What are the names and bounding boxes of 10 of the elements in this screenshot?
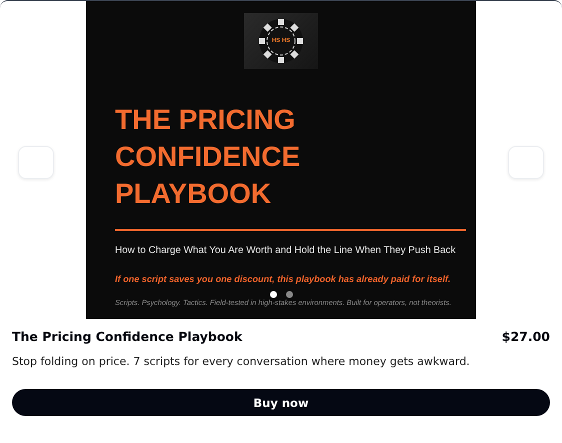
product-description: Stop folding on price. 7 scripts for every conversation where money gets awkward. [12, 355, 471, 368]
carousel-dot[interactable] [286, 291, 293, 298]
poker-chip-icon [256, 16, 306, 66]
carousel-dot[interactable] [270, 291, 277, 298]
product-title: The Pricing Confidence Playbook [12, 329, 242, 344]
cover-headline: THE PRICING CONFIDENCE PLAYBOOK [115, 103, 302, 211]
cover-subtitle: How to Charge What You Are Worth and Hold the Line When They Push Back [115, 245, 456, 256]
cover-hook: If one script saves you one discount, this playbook has already paid for itself. [115, 274, 451, 284]
buy-now-button[interactable]: Buy now [12, 389, 550, 416]
product-price: $27.00 [502, 329, 550, 344]
